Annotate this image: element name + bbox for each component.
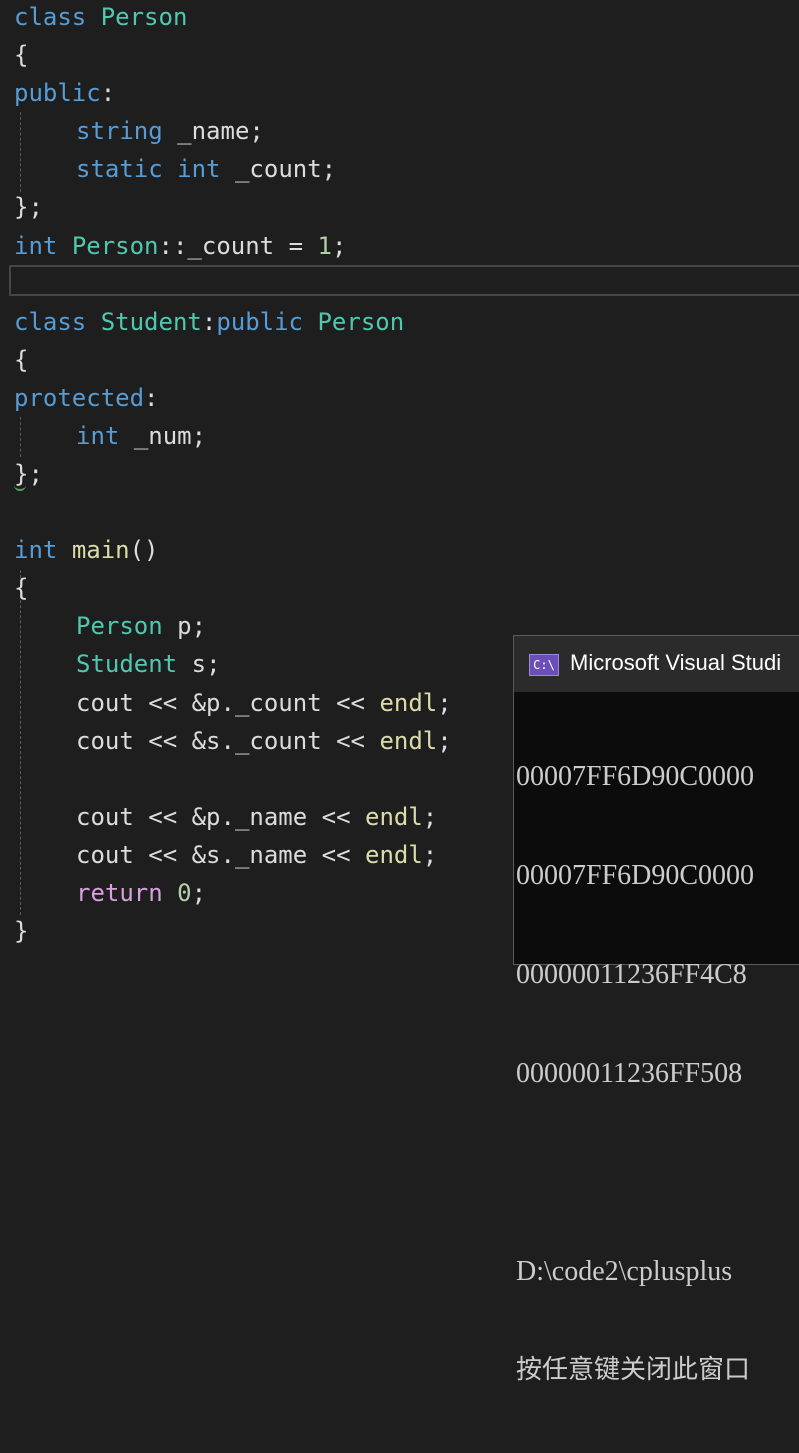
console-title: Microsoft Visual Studi: [570, 650, 782, 675]
code-line[interactable]: {: [14, 341, 28, 379]
code-line[interactable]: string _name;: [14, 112, 264, 150]
code-line[interactable]: {: [14, 36, 28, 74]
console-output-line: 00000011236FF508: [516, 1058, 743, 1089]
code-line[interactable]: {: [14, 569, 28, 607]
console-output-line: 按任意键关闭此窗口: [516, 1355, 751, 1385]
code-line[interactable]: Person p;: [14, 607, 206, 645]
code-line[interactable]: cout << &p._count << endl;: [14, 684, 452, 722]
code-line[interactable]: };: [14, 188, 43, 226]
console-output-line: 00007FF6D90C0000: [516, 761, 755, 792]
code-line[interactable]: int _num;: [14, 417, 206, 455]
code-line[interactable]: int Person::_count = 1;: [14, 227, 346, 265]
console-app-icon: C:\: [529, 654, 559, 676]
console-output-line: D:\code2\cplusplus: [516, 1256, 733, 1287]
console-window[interactable]: C:\ Microsoft Visual Studi 00007FF6D90C0…: [513, 635, 799, 1385]
code-line[interactable]: cout << &s._count << endl;: [14, 722, 452, 760]
code-line[interactable]: class Person: [14, 0, 187, 36]
console-output-line: 00000011236FF4C8: [516, 959, 747, 990]
current-line-highlight: [9, 265, 799, 296]
code-line[interactable]: class Student:public Person: [14, 303, 404, 341]
code-line[interactable]: cout << &p._name << endl;: [14, 798, 437, 836]
code-line[interactable]: Student s;: [14, 645, 221, 683]
code-line[interactable]: protected:: [14, 379, 159, 417]
code-line[interactable]: static int _count;: [14, 150, 336, 188]
console-output[interactable]: 00007FF6D90C0000 00007FF6D90C0000 000000…: [516, 694, 754, 1453]
code-line[interactable]: }: [14, 912, 28, 950]
console-output-line: 00007FF6D90C0000: [516, 860, 755, 891]
console-titlebar[interactable]: C:\ Microsoft Visual Studi: [514, 636, 799, 692]
code-line[interactable]: public:: [14, 74, 115, 112]
code-line[interactable]: int main(): [14, 531, 159, 569]
code-line[interactable]: cout << &s._name << endl;: [14, 836, 437, 874]
code-line[interactable]: return 0;: [14, 874, 206, 912]
